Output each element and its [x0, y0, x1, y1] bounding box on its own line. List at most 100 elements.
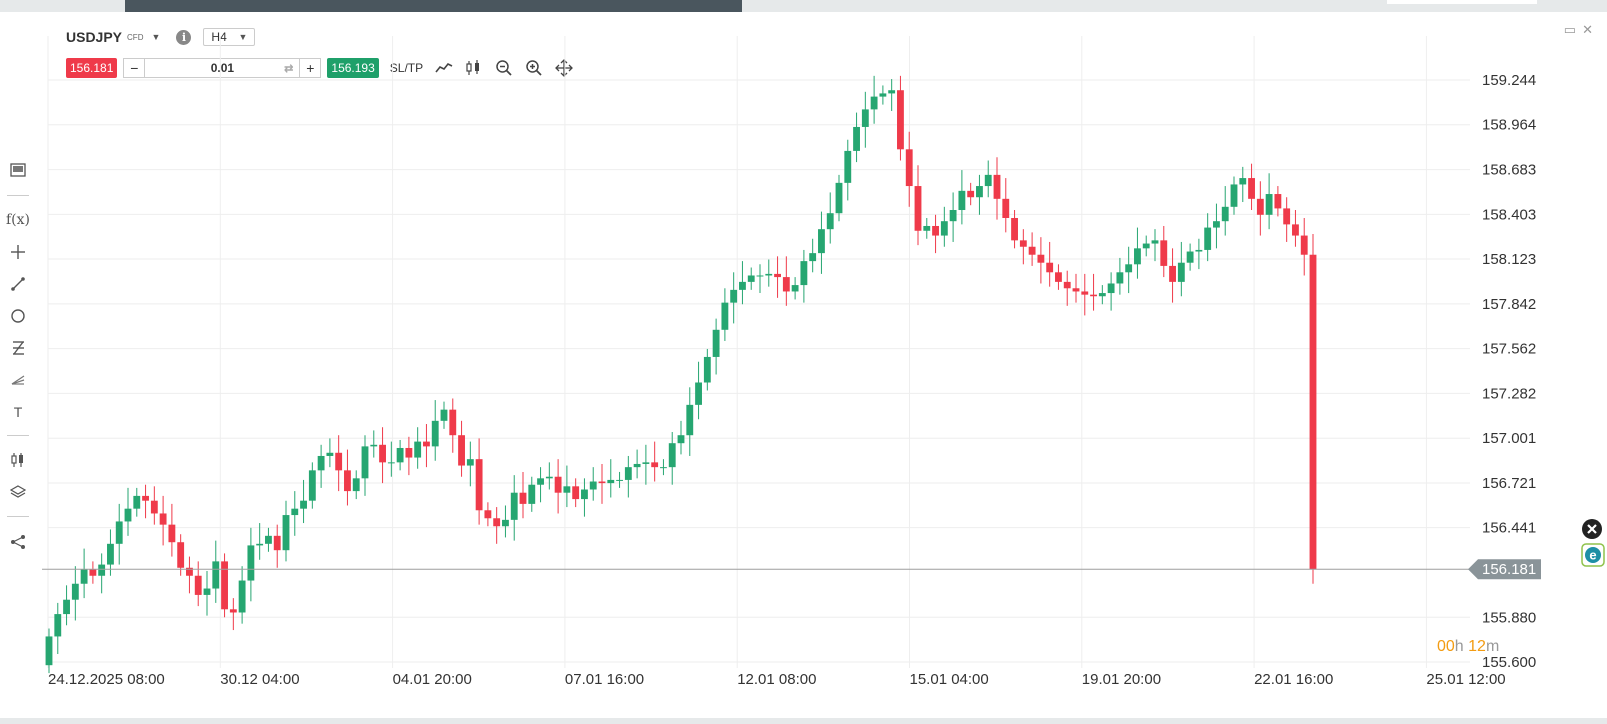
candle-down: [1169, 265, 1176, 282]
candle-up: [545, 476, 553, 479]
trend-line-icon[interactable]: [8, 274, 28, 294]
candle-up: [440, 409, 448, 421]
candle-down: [1292, 224, 1299, 236]
candlestick-type-icon[interactable]: [465, 59, 483, 77]
active-tab-bar[interactable]: [125, 0, 742, 12]
candle-up: [414, 441, 422, 458]
quantity-input[interactable]: 0.01 ⇄: [144, 59, 301, 77]
candle-down: [1090, 294, 1097, 297]
pitchfork-icon[interactable]: [8, 370, 28, 390]
text-tool-icon[interactable]: T: [8, 402, 28, 422]
candle-up: [1151, 240, 1159, 244]
timer-minutes-unit: m: [1485, 638, 1500, 655]
timer-minutes: 12: [1468, 638, 1486, 655]
share-icon[interactable]: [8, 532, 28, 552]
candle-up: [984, 174, 992, 187]
candle-up: [633, 463, 641, 468]
time-axis-label: 25.01 12:00: [1426, 671, 1505, 688]
candle-down: [914, 186, 922, 231]
extension-e-icon[interactable]: e: [1581, 543, 1605, 567]
price-axis-label: 157.282: [1482, 385, 1536, 402]
price-axis-label: 155.600: [1482, 654, 1536, 671]
bottom-strip: [0, 718, 1607, 724]
zoom-out-icon[interactable]: [495, 59, 513, 77]
candle-down: [1002, 198, 1010, 218]
chart-type-icon[interactable]: [8, 450, 28, 470]
candle-up: [712, 329, 720, 357]
decrease-button[interactable]: −: [124, 60, 144, 76]
timer-hours: 00: [1437, 638, 1455, 655]
cfd-badge: CFD: [127, 32, 144, 42]
candle-up: [958, 190, 966, 211]
zoom-in-icon[interactable]: [525, 59, 543, 77]
candle-up: [1195, 249, 1203, 252]
candle-down: [1160, 240, 1168, 266]
timeframe-select[interactable]: H4 ▼: [203, 28, 256, 46]
sell-button[interactable]: 156.181: [66, 58, 118, 78]
increase-button[interactable]: +: [300, 60, 320, 76]
candle-up: [660, 467, 667, 469]
fibonacci-icon[interactable]: [8, 338, 28, 358]
candle-up: [291, 508, 299, 516]
line-chart-icon[interactable]: [435, 59, 453, 77]
candle-down: [1037, 254, 1045, 263]
time-axis-label: 22.01 16:00: [1254, 671, 1333, 688]
sltp-button[interactable]: SL/TP: [390, 61, 423, 75]
candle-up: [1213, 221, 1220, 228]
price-axis-label: 156.441: [1482, 520, 1536, 537]
candle-up: [71, 583, 79, 600]
chevron-down-icon[interactable]: ▼: [151, 32, 160, 42]
close-circle-icon[interactable]: [1581, 518, 1605, 542]
top-search-box[interactable]: [1387, 0, 1537, 4]
candle-up: [317, 455, 325, 471]
symbol-label[interactable]: USDJPY: [66, 29, 122, 45]
circle-tool-icon[interactable]: [8, 306, 28, 326]
price-axis-label: 158.683: [1482, 162, 1536, 179]
candle-down: [519, 492, 527, 504]
candle-down: [1300, 235, 1308, 255]
candle-up: [1186, 251, 1194, 263]
candle-up: [396, 447, 404, 463]
price-chart[interactable]: 159.244 158.964 158.683 158.403 158.123 157.8…: [0, 0, 1607, 724]
candle-up: [677, 435, 685, 444]
candle-up: [861, 109, 869, 127]
swap-icon[interactable]: ⇄: [284, 62, 293, 75]
chevron-down-icon: ▼: [238, 32, 248, 42]
maximize-icon[interactable]: ▭: [1564, 22, 1576, 37]
current-price-tag: [1468, 559, 1541, 580]
candle-up: [976, 186, 983, 198]
chart-layout-icon[interactable]: [8, 160, 28, 180]
candle-up: [98, 564, 106, 576]
candle-up: [63, 599, 70, 615]
current-price-label: 156.181: [1482, 561, 1536, 578]
toolbar-divider: [7, 195, 29, 196]
candle-up: [730, 289, 738, 303]
info-icon[interactable]: i: [176, 29, 192, 45]
candle-up: [800, 261, 808, 286]
price-axis-label: 158.403: [1482, 206, 1536, 223]
candle-up: [853, 126, 860, 151]
pan-icon[interactable]: [555, 59, 574, 77]
indicators-icon[interactable]: f(x): [6, 210, 30, 230]
candle-up: [624, 467, 632, 480]
candle-up: [1239, 178, 1247, 185]
buy-button[interactable]: 156.193: [327, 58, 379, 78]
candle-down: [273, 535, 281, 551]
candle-up: [721, 302, 729, 330]
time-axis-label: 12.01 08:00: [737, 671, 816, 688]
crosshair-icon[interactable]: [8, 242, 28, 262]
toolbar-divider: [7, 516, 29, 517]
candle-up: [203, 588, 211, 595]
close-icon[interactable]: ✕: [1582, 22, 1593, 37]
candle-up: [1098, 293, 1106, 297]
candle-down: [1081, 291, 1089, 295]
candle-down: [993, 174, 1001, 199]
price-axis-label: 156.721: [1482, 475, 1536, 492]
chart-header: USDJPY CFD ▼ i H4 ▼: [66, 26, 256, 48]
candle-down: [186, 567, 193, 576]
time-axis-label: 15.01 04:00: [910, 671, 989, 688]
layers-icon[interactable]: [8, 482, 28, 502]
candle-up: [1116, 272, 1124, 284]
candle-up: [238, 580, 246, 613]
candle-up: [45, 636, 53, 666]
